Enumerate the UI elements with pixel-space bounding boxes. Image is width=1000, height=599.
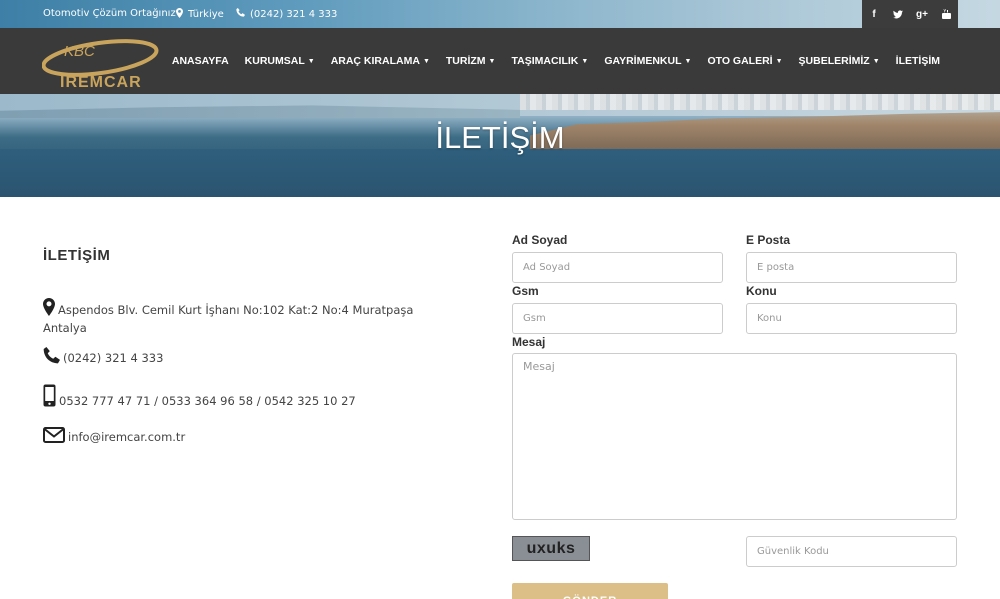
message-textarea[interactable]: Mesaj: [512, 353, 957, 520]
address-row: Aspendos Blv. Cemil Kurt İşhanı No:102 K…: [43, 298, 423, 336]
twitter-icon[interactable]: [886, 0, 910, 28]
map-marker-icon: [176, 8, 183, 21]
name-placeholder: Ad Soyad: [523, 262, 571, 273]
site-logo[interactable]: KBC İREMCAR: [41, 34, 167, 91]
mobile-phone-icon: [43, 384, 56, 411]
location: Türkiye: [176, 8, 224, 21]
message-placeholder: Mesaj: [523, 360, 555, 373]
subject-input[interactable]: Konu: [746, 303, 957, 334]
caret-down-icon: ▼: [422, 57, 430, 65]
nav-item-gayri̇menkul[interactable]: GAYRİMENKUL ▼: [596, 55, 699, 67]
nav-item-turi̇zm[interactable]: TURİZM ▼: [438, 55, 504, 67]
caret-down-icon: ▼: [581, 57, 589, 65]
submit-button[interactable]: GÖNDER: [512, 583, 668, 599]
email-placeholder: E posta: [757, 262, 795, 273]
gsm-placeholder: Gsm: [523, 313, 546, 324]
envelope-icon: [43, 427, 65, 447]
caret-down-icon: ▼: [307, 57, 315, 65]
captcha-image: uxuks: [512, 536, 590, 561]
name-label: Ad Soyad: [512, 233, 568, 247]
nav-item-araç-kiralama[interactable]: ARAÇ KIRALAMA ▼: [323, 55, 438, 67]
mobile-row: 0532 777 47 71 / 0533 364 96 58 / 0542 3…: [43, 384, 356, 411]
security-placeholder: Güvenlik Kodu: [757, 546, 829, 557]
caret-down-icon: ▼: [684, 57, 692, 65]
nav-item-taşimacilik[interactable]: TAŞIMACILIK ▼: [503, 55, 596, 67]
nav-item-i̇leti̇şi̇m[interactable]: İLETİŞİM: [888, 55, 948, 67]
email-label: E Posta: [746, 233, 791, 247]
main-header: KBC İREMCAR ANASAYFA KURUMSAL ▼ ARAÇ KIRALA…: [0, 28, 1000, 94]
subject-placeholder: Konu: [757, 313, 782, 324]
nav-item-şubeleri̇mi̇z[interactable]: ŞUBELERİMİZ ▼: [791, 55, 888, 67]
name-input[interactable]: Ad Soyad: [512, 252, 723, 283]
nav-item-label: OTO GALERİ: [707, 55, 773, 67]
nav-item-label: ARAÇ KIRALAMA: [330, 55, 420, 67]
email-text[interactable]: info@iremcar.com.tr: [68, 430, 185, 444]
nav-item-label: İLETİŞİM: [895, 55, 940, 67]
nav-item-label: ANASAYFA: [171, 55, 229, 67]
facebook-icon[interactable]: f: [862, 0, 886, 28]
banner-sea: [0, 149, 1000, 197]
subject-label: Konu: [746, 284, 777, 298]
nav-item-label: GAYRİMENKUL: [604, 55, 682, 67]
gsm-label: Gsm: [512, 284, 539, 298]
top-phone[interactable]: (0242) 321 4 333: [236, 8, 337, 20]
phone-text[interactable]: (0242) 321 4 333: [63, 351, 163, 365]
mobile-text[interactable]: 0532 777 47 71 / 0533 364 96 58 / 0542 3…: [59, 394, 356, 408]
page-title: İLETİŞİM: [435, 120, 565, 155]
top-bar: Otomotiv Çözüm Ortağınız Türkiye (0242) …: [0, 0, 1000, 28]
address-line2: Antalya: [43, 321, 87, 335]
map-marker-icon: [43, 298, 55, 320]
phone-icon: [43, 347, 60, 368]
caret-down-icon: ▼: [488, 57, 496, 65]
tagline-text: Otomotiv Çözüm Ortağınız: [43, 8, 176, 19]
logo-bottom-text: İREMCAR: [60, 73, 142, 90]
phone-icon: [236, 8, 245, 20]
nav-item-anasayfa[interactable]: ANASAYFA: [164, 55, 237, 67]
email-row: info@iremcar.com.tr: [43, 427, 185, 447]
gsm-input[interactable]: Gsm: [512, 303, 723, 334]
nav-item-label: TAŞIMACILIK: [511, 55, 579, 67]
youtube-icon[interactable]: [934, 0, 958, 28]
tagline: Otomotiv Çözüm Ortağınız: [43, 8, 176, 19]
social-links: f g+: [862, 0, 958, 28]
nav-item-label: ŞUBELERİMİZ: [798, 55, 870, 67]
contact-heading: İLETİŞİM: [43, 247, 111, 264]
security-code-input[interactable]: Güvenlik Kodu: [746, 536, 957, 567]
phone-row: (0242) 321 4 333: [43, 347, 163, 368]
top-phone-text: (0242) 321 4 333: [250, 8, 338, 20]
message-label: Mesaj: [512, 335, 546, 349]
nav-item-label: KURUMSAL: [244, 55, 305, 67]
caret-down-icon: ▼: [775, 57, 783, 65]
logo-top-text: KBC: [64, 43, 95, 60]
location-text: Türkiye: [188, 9, 224, 20]
google-plus-icon[interactable]: g+: [910, 0, 934, 28]
address-line1: Aspendos Blv. Cemil Kurt İşhanı No:102 K…: [58, 303, 414, 317]
nav-item-kurumsal[interactable]: KURUMSAL ▼: [237, 55, 323, 67]
nav-item-label: TURİZM: [445, 55, 486, 67]
page-banner: İLETİŞİM: [0, 94, 1000, 197]
caret-down-icon: ▼: [872, 57, 880, 65]
nav-item-oto-galeri̇[interactable]: OTO GALERİ ▼: [699, 55, 790, 67]
main-nav: ANASAYFA KURUMSAL ▼ ARAÇ KIRALAMA ▼ TURİZM ▼ TA…: [164, 28, 948, 94]
email-input[interactable]: E posta: [746, 252, 957, 283]
banner-city: [520, 94, 1000, 110]
